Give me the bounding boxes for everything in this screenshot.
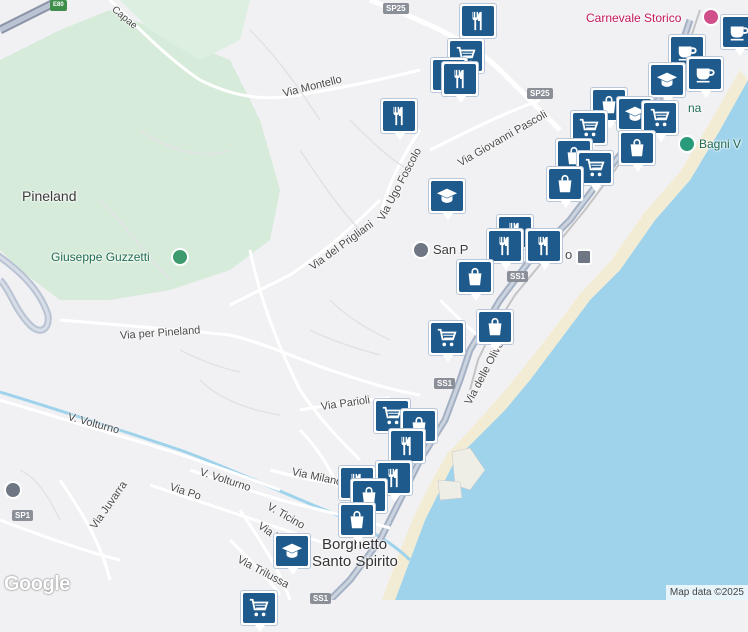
road-shield-sp1: SP1 <box>12 510 34 521</box>
restaurant-marker[interactable] <box>388 428 426 470</box>
shopping-bag-icon <box>341 505 373 535</box>
shopping-cart-marker[interactable] <box>240 590 278 632</box>
cafe-icon <box>723 17 748 47</box>
church-pin-icon[interactable] <box>412 241 430 259</box>
restaurant-marker[interactable] <box>459 3 497 45</box>
shopping-cart-icon <box>243 593 275 623</box>
town-label-line2: Santo Spirito <box>312 553 398 570</box>
road-shield-ss1: SS1 <box>434 378 456 389</box>
shopping-bag-icon <box>621 133 653 163</box>
shopping-bag-marker[interactable] <box>546 166 584 208</box>
restaurant-icon <box>391 431 423 461</box>
restaurant-marker[interactable] <box>525 228 563 270</box>
map-canvas[interactable]: Pineland Giuseppe Guzzetti Carnevale Sto… <box>0 0 748 632</box>
attraction-pin-icon[interactable] <box>702 8 720 26</box>
restaurant-marker[interactable] <box>441 61 479 103</box>
shopping-bag-icon <box>549 169 581 199</box>
place-label-station-fragment: o <box>565 247 573 262</box>
school-marker[interactable] <box>428 178 466 220</box>
school-marker[interactable] <box>273 533 311 575</box>
restaurant-icon <box>462 6 494 36</box>
road-shield-e80: E80 <box>50 0 67 11</box>
restaurant-icon <box>444 64 476 94</box>
place-label-giuseppe[interactable]: Giuseppe Guzzetti <box>51 250 150 264</box>
road-shield-sp25: SP25 <box>527 88 553 99</box>
cafe-icon <box>689 59 721 89</box>
place-label-san-pietro[interactable]: San P <box>433 242 468 257</box>
shopping-bag-marker[interactable] <box>476 309 514 351</box>
restaurant-icon <box>383 101 415 131</box>
shopping-bag-marker[interactable] <box>338 502 376 544</box>
shopping-cart-icon <box>431 323 463 353</box>
place-label-bagni-fragment: na <box>688 101 702 115</box>
station-pin-icon[interactable] <box>576 249 592 265</box>
restaurant-icon <box>489 231 521 261</box>
cafe-marker[interactable] <box>720 14 748 56</box>
shopping-bag-icon <box>459 262 491 292</box>
shopping-cart-icon <box>644 103 676 133</box>
museum-pin-icon[interactable] <box>4 481 22 499</box>
school-icon <box>431 181 463 211</box>
school-icon <box>651 65 683 95</box>
shopping-bag-icon <box>479 312 511 342</box>
road-shield-sp25: SP25 <box>383 3 409 14</box>
school-icon <box>276 536 308 566</box>
restaurant-icon <box>528 231 560 261</box>
restaurant-marker[interactable] <box>380 98 418 140</box>
shopping-bag-marker[interactable] <box>618 130 656 172</box>
google-logo: Google <box>4 573 70 595</box>
shopping-cart-marker[interactable] <box>428 320 466 362</box>
cafe-marker[interactable] <box>686 56 724 98</box>
map-attribution[interactable]: Map data ©2025 <box>665 585 748 600</box>
park-pin-icon[interactable] <box>171 248 189 266</box>
road-shield-ss1: SS1 <box>507 271 529 282</box>
place-label-pineland: Pineland <box>22 188 77 204</box>
place-label-bagni[interactable]: Bagni V <box>699 137 741 151</box>
beach-pin-icon[interactable] <box>678 135 696 153</box>
road-shield-ss1: SS1 <box>310 593 332 604</box>
school-marker[interactable] <box>648 62 686 104</box>
place-label-carnevale[interactable]: Carnevale Storico <box>586 11 681 25</box>
shopping-bag-marker[interactable] <box>456 259 494 301</box>
